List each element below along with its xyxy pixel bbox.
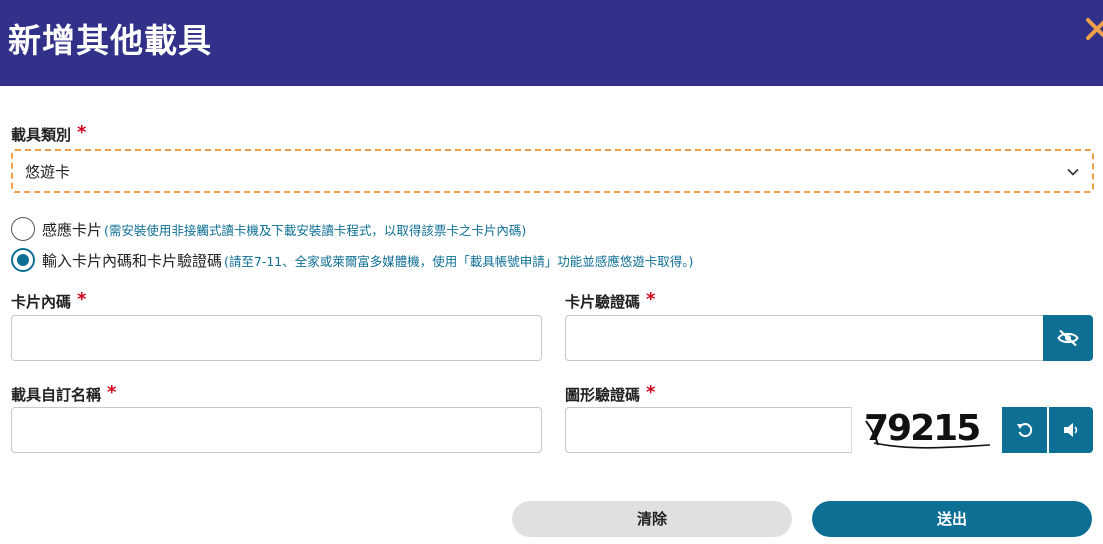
- close-icon[interactable]: [1084, 14, 1103, 44]
- submit-button[interactable]: 送出: [812, 501, 1092, 537]
- carrier-type-selected-value: 悠遊卡: [25, 163, 71, 181]
- card-verify-code-label-text: 卡片驗證碼: [565, 293, 641, 311]
- captcha-label-text: 圖形驗證碼: [565, 386, 641, 404]
- clear-button[interactable]: 清除: [512, 501, 792, 537]
- carrier-name-label: 載具自訂名稱 *: [11, 382, 117, 405]
- required-mark: *: [77, 289, 87, 310]
- carrier-type-label: 載具類別 *: [11, 122, 87, 145]
- radio-enter-codes[interactable]: [11, 248, 35, 272]
- captcha-input[interactable]: [565, 407, 852, 453]
- refresh-icon: [1016, 423, 1032, 438]
- carrier-type-select[interactable]: 悠遊卡: [11, 149, 1094, 193]
- option-tap-card-label: 感應卡片: [42, 220, 103, 239]
- dialog-header: 新增其他載具: [0, 0, 1103, 86]
- chevron-down-icon: [1067, 168, 1079, 176]
- eye-off-icon: [1057, 329, 1079, 347]
- speaker-icon: [1064, 423, 1078, 437]
- required-mark: *: [107, 382, 117, 403]
- captcha-noise: [865, 420, 991, 449]
- card-internal-code-label-text: 卡片內碼: [11, 293, 72, 311]
- card-internal-code-label: 卡片內碼 *: [11, 289, 87, 312]
- captcha-label: 圖形驗證碼 *: [565, 382, 656, 405]
- radio-tap-card[interactable]: [11, 217, 35, 241]
- toggle-visibility-button[interactable]: [1043, 315, 1093, 361]
- refresh-captcha-button[interactable]: [1002, 407, 1047, 453]
- carrier-name-input[interactable]: [11, 407, 542, 453]
- card-verify-code-label: 卡片驗證碼 *: [565, 289, 656, 312]
- option-enter-codes-label: 輸入卡片內碼和卡片驗證碼: [42, 251, 223, 270]
- option-tap-card-hint: (需安裝使用非接觸式讀卡機及下載安裝讀卡程式，以取得該票卡之卡片內碼): [104, 222, 527, 238]
- carrier-name-label-text: 載具自訂名稱: [11, 386, 102, 404]
- required-mark: *: [646, 289, 656, 310]
- captcha-image: 79215: [851, 407, 1002, 453]
- dialog-title: 新增其他載具: [8, 21, 212, 60]
- audio-captcha-button[interactable]: [1049, 407, 1093, 453]
- option-enter-codes[interactable]: 輸入卡片內碼和卡片驗證碼 (請至7-11、全家或萊爾富多媒體機，使用「載具帳號申…: [11, 247, 693, 273]
- carrier-type-label-text: 載具類別: [11, 126, 72, 144]
- required-mark: *: [646, 382, 656, 403]
- option-enter-codes-hint: (請至7-11、全家或萊爾富多媒體機，使用「載具帳號申請」功能並感應悠遊卡取得。…: [224, 253, 694, 269]
- card-internal-code-input[interactable]: [11, 315, 542, 361]
- option-tap-card[interactable]: 感應卡片 (需安裝使用非接觸式讀卡機及下載安裝讀卡程式，以取得該票卡之卡片內碼): [11, 216, 526, 242]
- card-verify-code-input[interactable]: [565, 315, 1044, 361]
- required-mark: *: [77, 122, 87, 143]
